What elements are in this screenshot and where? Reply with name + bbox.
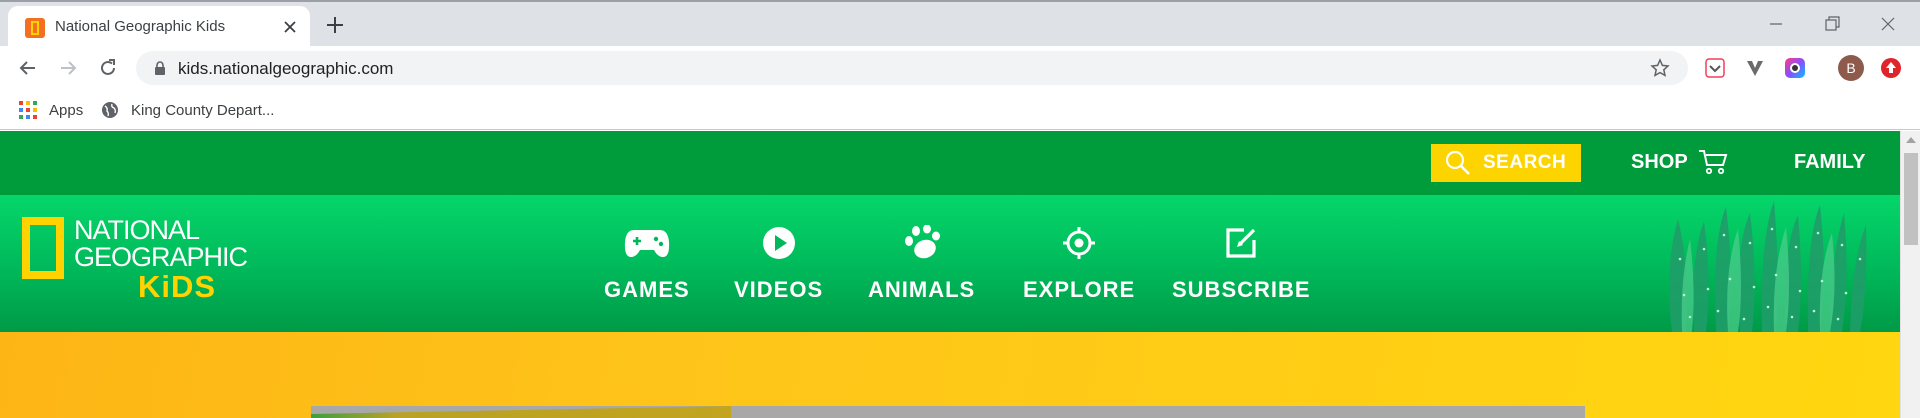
nav-label: EXPLORE <box>1023 277 1136 302</box>
color-picker-extension-icon[interactable] <box>1783 56 1807 80</box>
natgeo-kids-logo[interactable]: NATIONAL GEOGRAPHIC KiDS <box>22 215 248 307</box>
logo-line-2: GEOGRAPHIC <box>74 242 248 272</box>
bookmark-star-icon[interactable] <box>1650 58 1670 78</box>
lock-icon[interactable] <box>152 60 168 76</box>
nav-subscribe[interactable]: SUBSCRIBE <box>1172 223 1311 303</box>
pocket-extension-icon[interactable] <box>1703 56 1727 80</box>
scroll-up-arrow-icon[interactable] <box>1906 137 1916 143</box>
crosshair-icon <box>1063 227 1096 259</box>
natgeo-favicon-icon <box>25 18 45 38</box>
browser-tab[interactable]: National Geographic Kids <box>8 6 310 48</box>
bookmark-king-county[interactable]: King County Depart... <box>101 98 274 122</box>
scroll-thumb[interactable] <box>1904 153 1918 245</box>
nav-explore[interactable]: EXPLORE <box>1023 223 1135 303</box>
nav-videos[interactable]: VIDEOS <box>734 223 823 303</box>
browser-toolbar: kids.nationalgeographic.com B <box>0 46 1920 90</box>
profile-avatar[interactable]: B <box>1838 55 1864 81</box>
nav-label: SUBSCRIBE <box>1172 277 1311 302</box>
cart-icon <box>1698 150 1728 175</box>
gamepad-icon <box>624 230 669 258</box>
nav-animals[interactable]: ANIMALS <box>868 223 975 303</box>
tab-title: National Geographic Kids <box>55 18 226 35</box>
nav-label: VIDEOS <box>734 277 824 302</box>
edit-icon <box>1226 228 1256 258</box>
yellow-border-icon <box>22 217 64 279</box>
page-scrollbar[interactable] <box>1900 131 1920 418</box>
main-navigation: NATIONAL GEOGRAPHIC KiDS GAMES VIDEOS AN… <box>0 195 1900 332</box>
new-tab-icon[interactable] <box>324 14 346 36</box>
family-link[interactable]: FAMILY <box>1794 151 1866 174</box>
bookmarks-bar: Apps King County Depart... <box>0 90 1920 130</box>
paw-icon <box>904 225 940 259</box>
reload-icon[interactable] <box>96 56 120 80</box>
back-arrow-icon[interactable] <box>16 56 40 80</box>
globe-icon <box>102 102 118 118</box>
search-button[interactable]: SEARCH <box>1431 144 1581 182</box>
nav-label: GAMES <box>604 277 690 302</box>
minimize-window-icon[interactable] <box>1764 12 1788 36</box>
nav-label: ANIMALS <box>868 277 976 302</box>
apps-grid-icon <box>19 101 37 119</box>
logo-line-3: KiDS <box>138 269 217 304</box>
search-icon <box>1445 150 1470 175</box>
restore-window-icon[interactable] <box>1820 12 1844 36</box>
page-viewport: SEARCH SHOP FAMILY NATIONAL GEOGRAPHIC K… <box>0 131 1900 418</box>
forward-arrow-icon[interactable] <box>56 56 80 80</box>
browser-tab-strip: National Geographic Kids <box>0 0 1920 48</box>
url-text[interactable]: kids.nationalgeographic.com <box>178 59 393 79</box>
bookmark-apps[interactable]: Apps <box>19 98 83 122</box>
search-label: SEARCH <box>1483 152 1567 173</box>
bookmark-label: King County Depart... <box>131 101 275 119</box>
play-icon <box>762 227 795 259</box>
close-window-icon[interactable] <box>1876 12 1900 36</box>
address-bar[interactable]: kids.nationalgeographic.com <box>136 51 1688 85</box>
v-extension-icon[interactable] <box>1743 56 1767 80</box>
site-utility-bar: SEARCH SHOP FAMILY <box>0 131 1900 195</box>
plant-decoration-icon <box>1669 201 1867 332</box>
nav-games[interactable]: GAMES <box>604 223 690 303</box>
close-tab-icon[interactable] <box>280 17 300 37</box>
shop-link[interactable]: SHOP <box>1631 149 1728 175</box>
bookmark-label: Apps <box>49 101 84 119</box>
logo-line-1: NATIONAL <box>74 215 200 245</box>
update-arrow-icon[interactable] <box>1879 56 1903 80</box>
shop-label: SHOP <box>1631 150 1688 173</box>
